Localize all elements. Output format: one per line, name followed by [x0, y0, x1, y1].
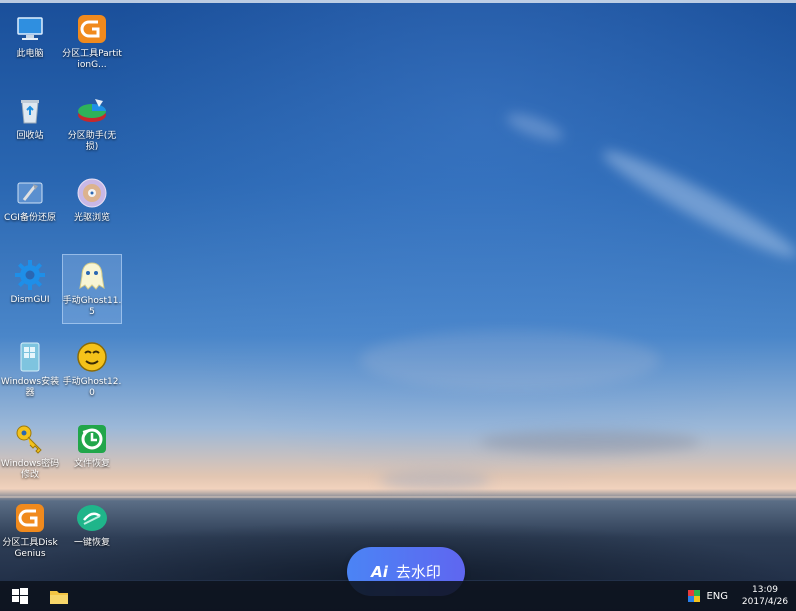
cloud-streak — [503, 108, 567, 146]
desktop-icon-label: 手动Ghost12.0 — [62, 377, 122, 398]
desktop-icon-this-pc[interactable]: 此电脑 — [0, 8, 60, 78]
taskbar-clock[interactable]: 13:09 2017/4/26 — [738, 584, 792, 608]
desktop-icon-label: 分区工具PartitionG... — [62, 49, 122, 70]
desktop-icon-partition-tool[interactable]: 分区工具PartitionG... — [62, 8, 122, 78]
desktop-icon-label: 此电脑 — [16, 49, 44, 59]
desktop-icon-recycle-bin[interactable]: 回收站 — [0, 90, 60, 160]
desktop-icon-label: DismGUI — [10, 295, 50, 305]
ghost-icon — [75, 259, 109, 293]
desktop-icon-dismgui[interactable]: DismGUI — [0, 254, 60, 324]
desktop-icon-one-key-restore[interactable]: 一键恢复 — [62, 497, 122, 567]
desktop-icon-label: 分区助手(无损) — [67, 131, 117, 152]
cloud-streak — [480, 430, 700, 454]
desktop-icon-label: Windows安装器 — [0, 377, 60, 398]
desktop-icon-diskgenius[interactable]: 分区工具DiskGenius — [0, 497, 60, 567]
desktop: 此电脑 回收站 CGI备份还原 DismGUI Windows安装器 Windo… — [0, 0, 796, 611]
desktop-icon-label: Windows密码修改 — [0, 459, 60, 480]
start-button[interactable] — [0, 581, 40, 611]
computer-icon — [13, 12, 47, 46]
recycle-bin-icon — [13, 94, 47, 128]
desktop-icon-optical-drive[interactable]: 光驱浏览 — [62, 172, 122, 242]
folder-icon — [50, 590, 68, 604]
partition-assistant-icon — [75, 94, 109, 128]
taskbar: ENG 13:09 2017/4/26 — [0, 581, 796, 611]
desktop-icon-label: 光驱浏览 — [73, 213, 110, 223]
gear-icon — [13, 258, 47, 292]
desktop-icon-label: 文件恢复 — [73, 459, 110, 469]
desktop-icon-label: CGI备份还原 — [4, 213, 56, 223]
partition-tool-icon — [75, 12, 109, 46]
clock-time: 13:09 — [752, 585, 778, 595]
desktop-icon-windows-installer[interactable]: Windows安装器 — [0, 336, 60, 406]
cloud-streak — [380, 470, 490, 490]
ghost12-icon — [75, 340, 109, 374]
remove-watermark-label: 去水印 — [395, 563, 441, 581]
key-icon — [13, 422, 47, 456]
one-key-restore-icon — [75, 501, 109, 535]
cloud-streak — [360, 330, 660, 390]
desktop-icon-partition-assistant[interactable]: 分区助手(无损) — [62, 90, 122, 160]
diskgenius-icon — [13, 501, 47, 535]
desktop-icon-label: 手动Ghost11.5 — [62, 296, 122, 317]
clock-date: 2017/4/26 — [741, 597, 789, 607]
desktop-icon-cgi-backup[interactable]: CGI备份还原 — [0, 172, 60, 242]
windows-installer-icon — [13, 340, 47, 374]
desktop-icon-windows-password[interactable]: Windows密码修改 — [0, 418, 60, 488]
desktop-icon-file-recovery[interactable]: 文件恢复 — [62, 418, 122, 488]
language-indicator[interactable]: ENG — [706, 591, 728, 602]
ai-logo: Ai — [371, 562, 388, 581]
desktop-icon-label: 一键恢复 — [73, 538, 110, 548]
system-tray: ENG 13:09 2017/4/26 — [688, 581, 796, 611]
window-top-edge — [0, 0, 796, 3]
cloud-streak — [596, 139, 796, 269]
desktop-icon-ghost-11-5[interactable]: 手动Ghost11.5 — [62, 254, 122, 324]
file-explorer-button[interactable] — [40, 581, 78, 611]
cgi-backup-icon — [13, 176, 47, 210]
desktop-icon-ghost-12[interactable]: 手动Ghost12.0 — [62, 336, 122, 406]
color-display-icon[interactable] — [688, 590, 701, 602]
optical-drive-icon — [75, 176, 109, 210]
desktop-icon-label: 回收站 — [16, 131, 44, 141]
desktop-icon-label: 分区工具DiskGenius — [2, 538, 58, 559]
windows-logo-icon — [12, 588, 28, 604]
file-recovery-icon — [75, 422, 109, 456]
